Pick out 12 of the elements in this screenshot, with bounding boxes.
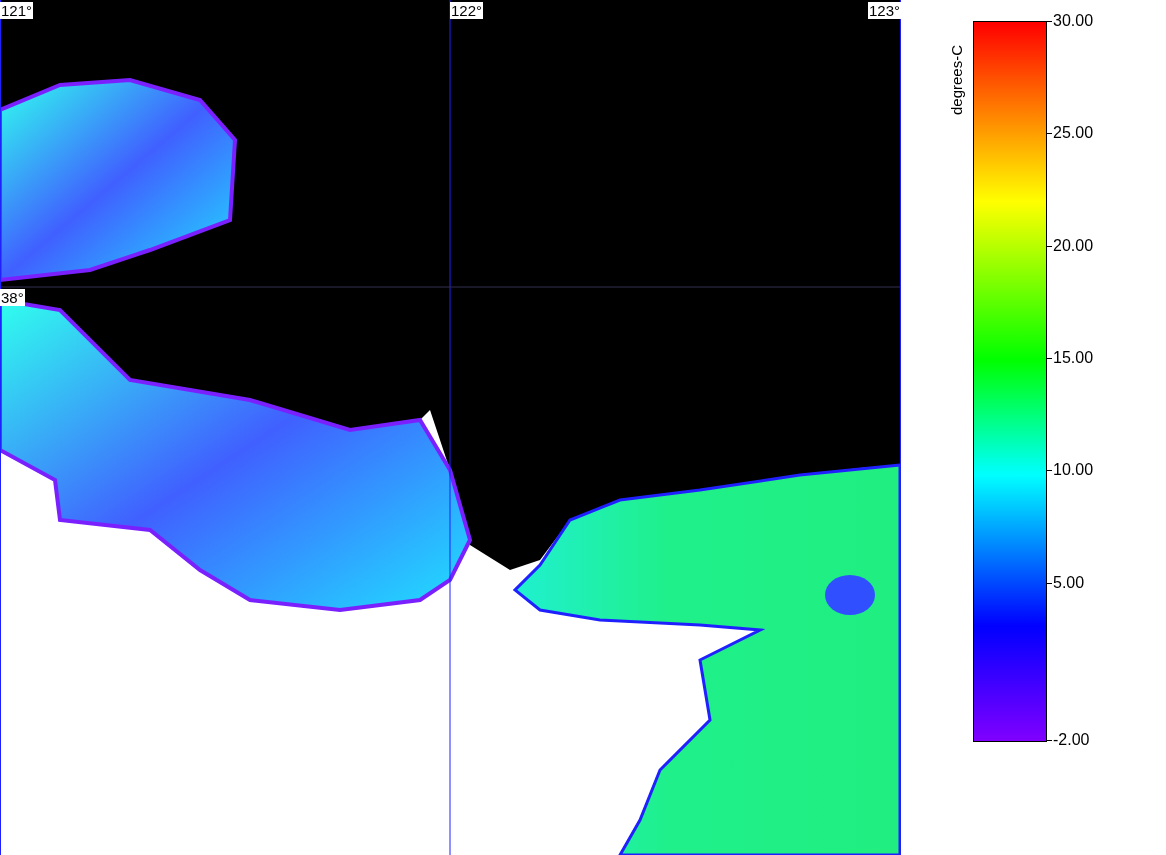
longitude-label: 121° [0, 2, 34, 19]
colorbar-tick-label: -2.00 [1053, 731, 1090, 749]
longitude-label: 123° [867, 2, 901, 19]
colorbar-tick-label: 5.00 [1053, 573, 1085, 592]
unit-label: degrees-C [948, 44, 965, 115]
latitude-label: 38° [0, 289, 25, 306]
colorbar-tick-label: 25.00 [1053, 124, 1094, 143]
colorbar-tick-label: 10.00 [1053, 461, 1094, 480]
colorbar-tick-label: 20.00 [1053, 236, 1094, 255]
colorbar-tick-label: 30.00 [1053, 12, 1094, 30]
longitude-label: 122° [450, 2, 484, 19]
colorbar-tick-label: 15.00 [1053, 349, 1094, 368]
